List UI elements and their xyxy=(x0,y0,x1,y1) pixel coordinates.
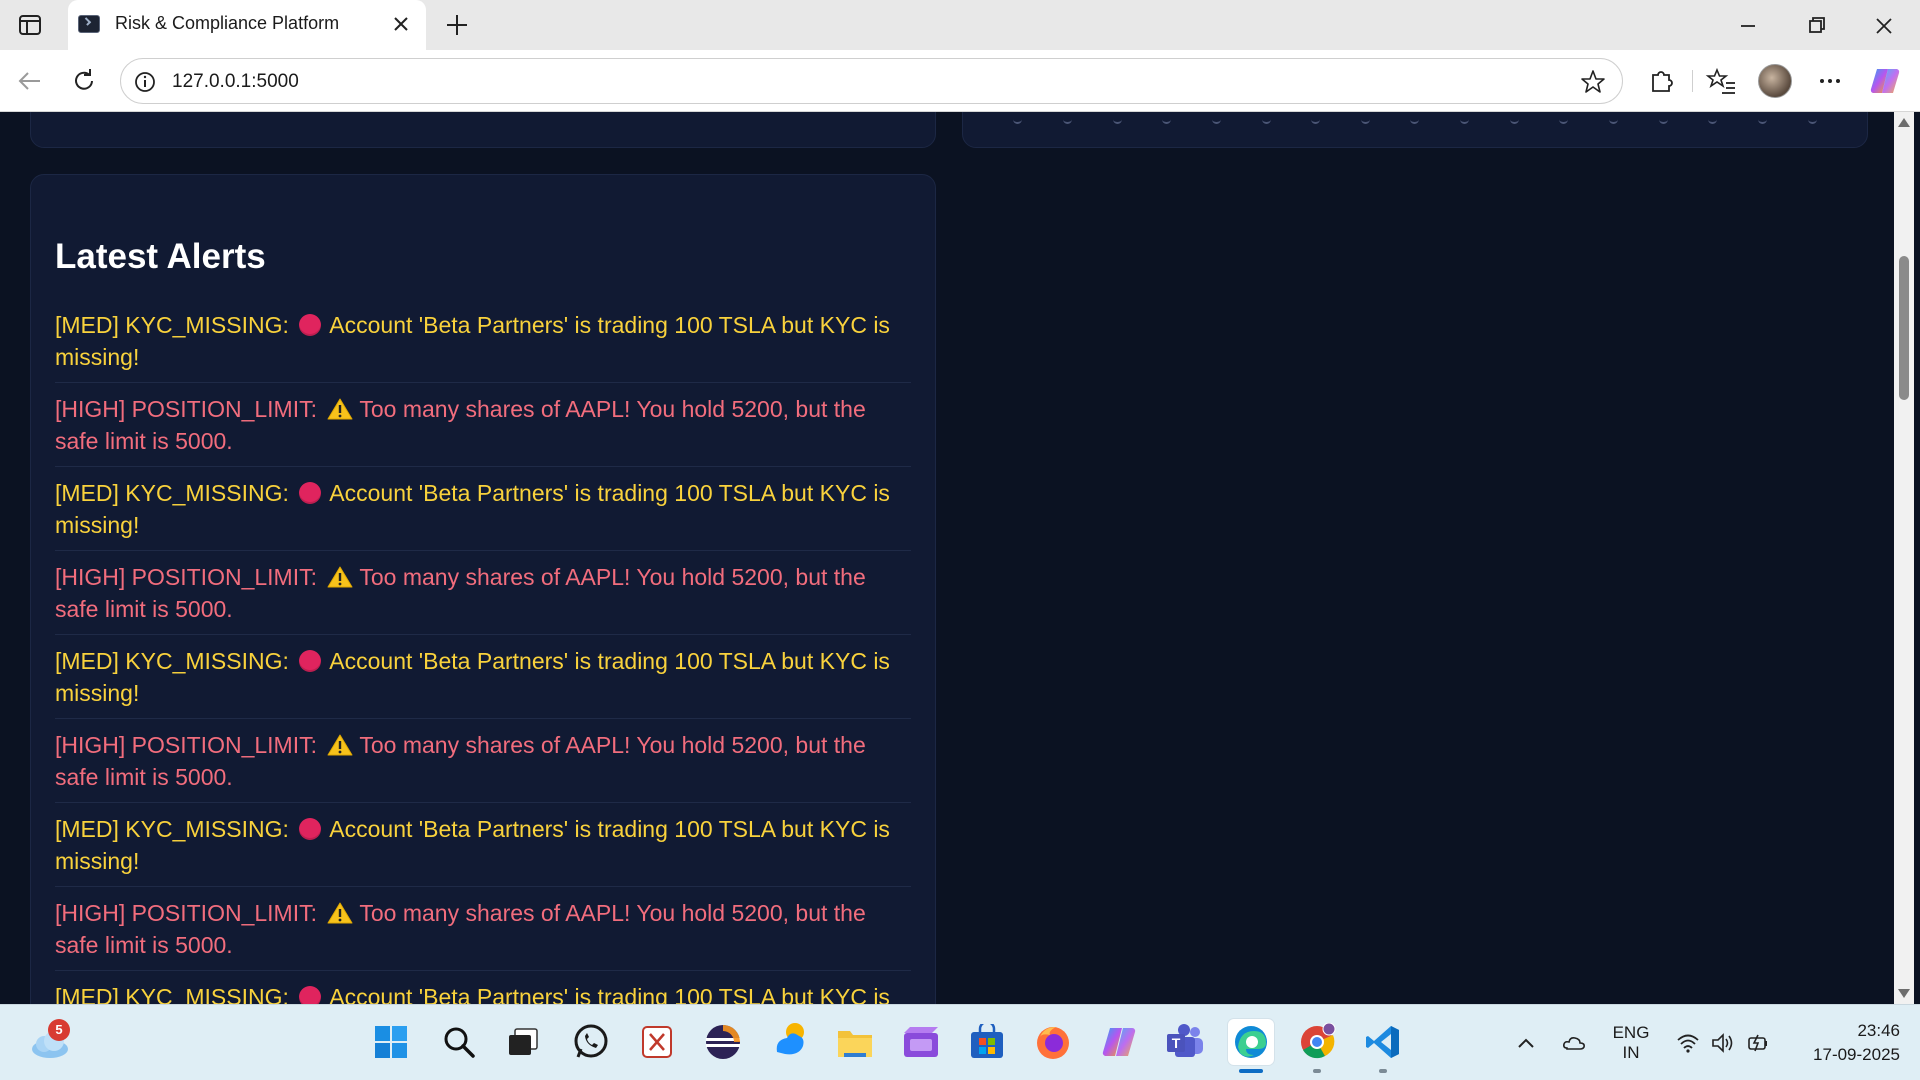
alert-item: [MED] KYC_MISSING: Account 'Beta Partner… xyxy=(55,635,911,719)
favorite-star-icon[interactable] xyxy=(1580,69,1606,95)
copilot-app-icon[interactable] xyxy=(1096,1019,1142,1065)
clock-time: 23:46 xyxy=(1857,1021,1900,1040)
video-editor-icon[interactable] xyxy=(898,1019,944,1065)
alerts-heading: Latest Alerts xyxy=(55,237,266,276)
warning-icon xyxy=(327,398,353,420)
windows-taskbar: 5 T ENG IN 23:46 17-09-2025 xyxy=(0,1004,1920,1080)
alert-item: [MED] KYC_MISSING: Account 'Beta Partner… xyxy=(55,971,911,1004)
weather-app-icon[interactable] xyxy=(766,1019,812,1065)
more-options-icon[interactable] xyxy=(1812,63,1848,99)
new-tab-plus-icon[interactable] xyxy=(440,9,474,41)
wifi-icon[interactable] xyxy=(1676,1032,1700,1054)
profile-avatar[interactable] xyxy=(1758,64,1792,98)
show-hidden-icons-chevron-icon[interactable] xyxy=(1514,1032,1538,1054)
chrome-running-indicator xyxy=(1313,1069,1321,1073)
url-text[interactable]: 127.0.0.1:5000 xyxy=(172,71,299,93)
red-circle-icon xyxy=(299,482,322,504)
alert-item: [MED] KYC_MISSING: Account 'Beta Partner… xyxy=(55,803,911,887)
terminal-favicon-icon xyxy=(78,15,100,33)
chart-axis-marks xyxy=(963,115,1867,124)
browser-tab-bar: Risk & Compliance Platform xyxy=(0,0,1920,50)
svg-text:T: T xyxy=(1172,1035,1181,1051)
tab-actions-menu[interactable] xyxy=(14,11,46,39)
alert-item: [HIGH] POSITION_LIMIT: Too many shares o… xyxy=(55,719,911,803)
alert-type-label: [HIGH] POSITION_LIMIT: xyxy=(55,564,317,590)
file-explorer-icon[interactable] xyxy=(832,1019,878,1065)
language-region: IN xyxy=(1622,1043,1640,1062)
alert-type-label: [MED] KYC_MISSING: xyxy=(55,984,289,1004)
microsoft-store-icon[interactable] xyxy=(964,1019,1010,1065)
alert-type-label: [HIGH] POSITION_LIMIT: xyxy=(55,900,317,926)
alert-type-label: [MED] KYC_MISSING: xyxy=(55,816,289,842)
tab-close-icon[interactable] xyxy=(390,12,412,36)
copilot-icon[interactable] xyxy=(1868,64,1902,98)
page-viewport: Latest Alerts [MED] KYC_MISSING: Account… xyxy=(6,112,1894,1004)
tab-actions-icon xyxy=(19,15,41,35)
red-circle-icon xyxy=(299,986,322,1004)
scroll-up-arrow-icon[interactable] xyxy=(1898,118,1910,127)
search-icon[interactable] xyxy=(436,1019,482,1065)
extensions-puzzle-icon[interactable] xyxy=(1643,63,1679,99)
toolbar-divider xyxy=(1692,70,1693,92)
alert-item: [HIGH] POSITION_LIMIT: Too many shares o… xyxy=(55,551,911,635)
warning-icon xyxy=(327,902,353,924)
eclipse-icon[interactable] xyxy=(700,1019,746,1065)
alert-item: [HIGH] POSITION_LIMIT: Too many shares o… xyxy=(55,383,911,467)
file-compare-app-icon[interactable] xyxy=(634,1019,680,1065)
edge-icon[interactable] xyxy=(1228,1019,1274,1073)
language-code: ENG xyxy=(1612,1023,1650,1042)
task-view-icon[interactable] xyxy=(500,1019,546,1065)
scrollbar-thumb[interactable] xyxy=(1899,256,1909,400)
tab-title: Risk & Compliance Platform xyxy=(115,13,340,33)
system-clock[interactable]: 23:46 17-09-2025 xyxy=(1790,1021,1900,1065)
volume-icon[interactable] xyxy=(1710,1032,1734,1054)
red-circle-icon xyxy=(299,314,322,336)
alert-item: [MED] KYC_MISSING: Account 'Beta Partner… xyxy=(55,467,911,551)
vscode-icon[interactable] xyxy=(1360,1019,1406,1073)
windows-start-icon[interactable] xyxy=(368,1019,414,1065)
battery-charging-icon[interactable] xyxy=(1746,1032,1770,1054)
red-circle-icon xyxy=(299,818,322,840)
favorites-list-icon[interactable] xyxy=(1704,63,1740,99)
alert-type-label: [HIGH] POSITION_LIMIT: xyxy=(55,732,317,758)
address-bar[interactable]: 127.0.0.1:5000 xyxy=(120,58,1623,104)
dashboard-card-top-right xyxy=(962,112,1868,148)
firefox-icon[interactable] xyxy=(1030,1019,1076,1065)
alert-type-label: [MED] KYC_MISSING: xyxy=(55,648,289,674)
browser-toolbar: 127.0.0.1:5000 xyxy=(0,50,1920,112)
vscode-running-indicator xyxy=(1379,1069,1387,1073)
edge-running-indicator xyxy=(1239,1069,1263,1073)
window-restore-icon[interactable] xyxy=(1798,12,1834,40)
onedrive-cloud-icon[interactable] xyxy=(1562,1032,1586,1054)
alert-type-label: [MED] KYC_MISSING: xyxy=(55,480,289,506)
alert-item: [HIGH] POSITION_LIMIT: Too many shares o… xyxy=(55,887,911,971)
refresh-icon[interactable] xyxy=(66,63,102,99)
browser-tab-active[interactable]: Risk & Compliance Platform xyxy=(68,0,426,50)
language-indicator[interactable]: ENG IN xyxy=(1606,1023,1656,1063)
warning-icon xyxy=(327,566,353,588)
clock-date: 17-09-2025 xyxy=(1813,1045,1900,1064)
latest-alerts-card: Latest Alerts [MED] KYC_MISSING: Account… xyxy=(30,174,936,1004)
back-arrow-icon[interactable] xyxy=(12,63,48,99)
red-circle-icon xyxy=(299,650,322,672)
alert-type-label: [HIGH] POSITION_LIMIT: xyxy=(55,396,317,422)
dashboard-card-top-left xyxy=(30,112,936,148)
alert-type-label: [MED] KYC_MISSING: xyxy=(55,312,289,338)
teams-icon[interactable]: T xyxy=(1162,1019,1208,1065)
page-scrollbar[interactable] xyxy=(1894,112,1914,1004)
alerts-list: [MED] KYC_MISSING: Account 'Beta Partner… xyxy=(55,299,911,1004)
window-close-icon[interactable] xyxy=(1866,12,1902,40)
scroll-down-arrow-icon[interactable] xyxy=(1898,989,1910,998)
chrome-icon[interactable] xyxy=(1294,1019,1340,1073)
alert-message: Account 'Beta Partners' is trading 100 T… xyxy=(329,984,890,1004)
window-minimize-icon[interactable] xyxy=(1730,12,1766,40)
site-info-icon[interactable] xyxy=(133,70,157,94)
warning-icon xyxy=(327,734,353,756)
notification-badge: 5 xyxy=(48,1019,70,1041)
alert-item: [MED] KYC_MISSING: Account 'Beta Partner… xyxy=(55,299,911,383)
whatsapp-icon[interactable] xyxy=(568,1019,614,1065)
